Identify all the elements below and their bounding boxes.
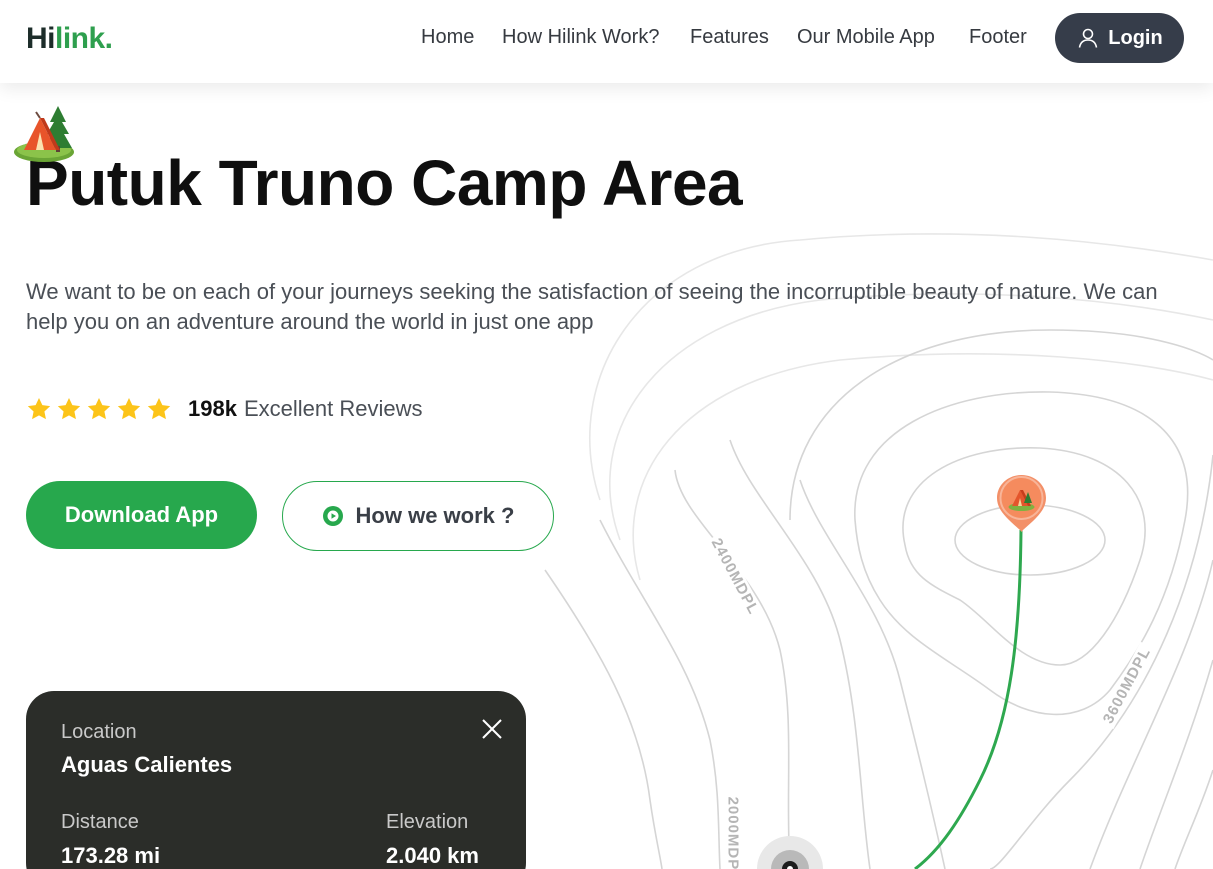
star-icon xyxy=(87,397,111,420)
location-value: Aguas Calientes xyxy=(61,752,233,777)
nav-how-hilink-work[interactable]: How Hilink Work? xyxy=(502,26,659,49)
location-info-card: Location Aguas Calientes Distance 173.28… xyxy=(26,691,526,869)
distance-label: Distance xyxy=(61,811,139,833)
camp-location-pin-icon[interactable] xyxy=(994,472,1049,532)
distance-value: 173.28 mi xyxy=(61,843,161,868)
star-icon xyxy=(117,397,141,420)
contour-line xyxy=(799,479,946,869)
close-icon[interactable] xyxy=(481,718,503,740)
rating-summary: 198k Excellent Reviews xyxy=(26,394,422,424)
review-count: 198k xyxy=(188,396,237,421)
nav-features[interactable]: Features xyxy=(690,26,769,49)
contour-line xyxy=(1139,659,1213,869)
star-icon xyxy=(27,397,51,420)
login-button[interactable]: Login xyxy=(1055,13,1184,63)
play-icon xyxy=(322,506,343,526)
contour-line xyxy=(1174,769,1213,869)
nav-mobile-app[interactable]: Our Mobile App xyxy=(797,26,935,49)
elevation-value: 2.040 km xyxy=(386,843,479,868)
contour-line xyxy=(544,569,663,869)
user-icon xyxy=(1078,28,1098,48)
main-nav: Home How Hilink Work? Features Our Mobil… xyxy=(0,26,1213,56)
star-icon xyxy=(147,397,171,420)
elevation-label: Elevation xyxy=(386,811,469,833)
how-we-work-button[interactable]: How we work ? xyxy=(282,481,554,551)
start-location-pin-icon[interactable] xyxy=(756,836,824,869)
page-title: Putuk Truno Camp Area xyxy=(26,147,743,219)
contour-line xyxy=(729,439,871,869)
download-app-button[interactable]: Download App xyxy=(26,481,257,549)
nav-footer[interactable]: Footer xyxy=(969,26,1027,49)
hero-description: We want to be on each of your journeys s… xyxy=(26,279,1158,334)
star-rating xyxy=(26,396,172,422)
how-we-work-label: How we work ? xyxy=(355,503,515,528)
login-label: Login xyxy=(1108,26,1163,49)
review-label: Excellent Reviews xyxy=(243,396,423,421)
camping-tent-icon xyxy=(14,106,74,162)
top-navbar: Hilink. Home How Hilink Work? Features O… xyxy=(0,0,1213,83)
map-elevation-label: 2000MDPL xyxy=(724,793,742,869)
location-label: Location xyxy=(61,721,137,743)
contour-line xyxy=(589,233,1213,501)
nav-home[interactable]: Home xyxy=(421,26,474,49)
star-icon xyxy=(57,397,81,420)
